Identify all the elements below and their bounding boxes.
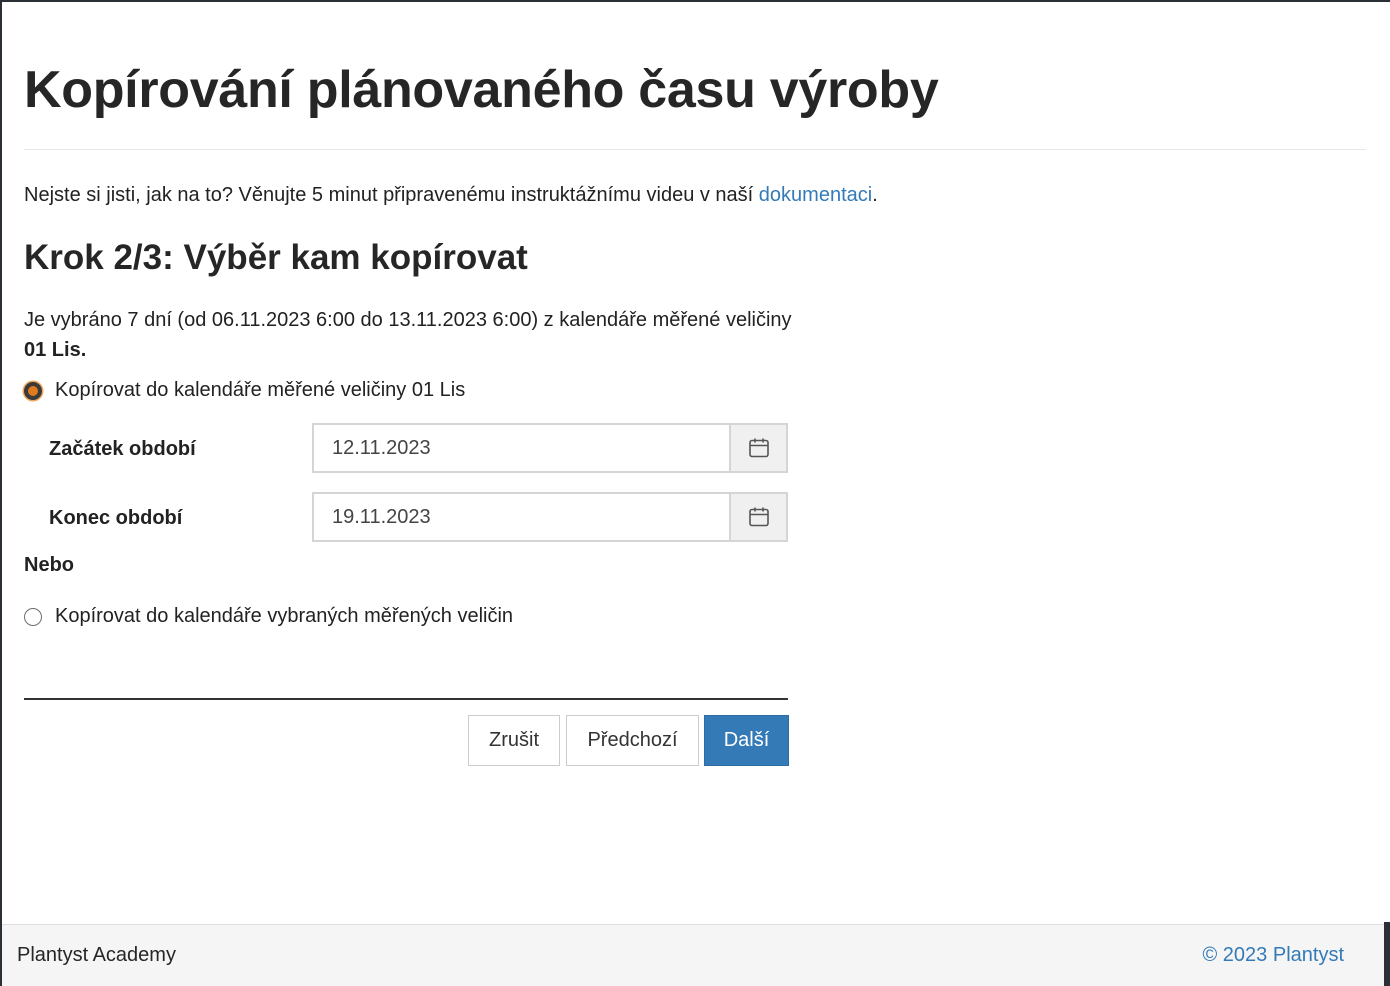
previous-button[interactable]: Předchozí — [566, 715, 699, 766]
end-period-input[interactable] — [312, 492, 729, 542]
help-text-body: Nejste si jisti, jak na to? Věnujte 5 mi… — [24, 184, 759, 206]
end-period-calendar-button[interactable] — [729, 492, 788, 542]
step-heading: Krok 2/3: Výběr kam kopírovat — [24, 238, 528, 277]
calendar-icon — [748, 507, 769, 527]
copy-single-label: Kopírovat do kalendáře měřené veličiny 0… — [55, 379, 466, 401]
help-text-suffix: . — [872, 184, 878, 206]
documentation-link[interactable]: dokumentaci — [759, 184, 872, 206]
copy-multiple-label: Kopírovat do kalendáře vybraných měřenýc… — [55, 605, 514, 627]
copy-multiple-radio[interactable] — [24, 607, 42, 626]
or-label: Nebo — [24, 554, 74, 576]
copy-single-radio[interactable] — [24, 381, 42, 400]
selection-info-text: Je vybráno 7 dní (od 06.11.2023 6:00 do … — [24, 309, 792, 331]
copy-multiple-option[interactable]: Kopírovat do kalendáře vybraných měřenýc… — [24, 605, 513, 628]
start-period-input[interactable] — [312, 423, 729, 473]
start-period-label: Začátek období — [49, 438, 196, 460]
end-period-picker — [312, 492, 788, 542]
end-period-label: Konec období — [49, 507, 183, 529]
page: Kopírování plánovaného času výroby Nejst… — [0, 0, 1390, 986]
selection-info: Je vybráno 7 dní (od 06.11.2023 6:00 do … — [24, 305, 794, 365]
start-period-picker — [312, 423, 788, 473]
form-divider — [24, 698, 788, 700]
calendar-icon — [748, 438, 769, 458]
footer-copyright-link[interactable]: © 2023 Plantyst — [1203, 944, 1344, 967]
copy-single-option[interactable]: Kopírovat do kalendáře měřené veličiny 0… — [24, 379, 465, 402]
page-title: Kopírování plánovaného času výroby — [24, 61, 939, 119]
selection-info-quantity: 01 Lis. — [24, 339, 87, 361]
next-button[interactable]: Další — [704, 715, 789, 766]
cancel-button[interactable]: Zrušit — [468, 715, 560, 766]
footer: Plantyst Academy © 2023 Plantyst — [2, 924, 1390, 986]
title-divider — [24, 149, 1366, 150]
footer-brand: Plantyst Academy — [17, 944, 176, 966]
window-corner — [1384, 922, 1390, 986]
help-text: Nejste si jisti, jak na to? Věnujte 5 mi… — [24, 184, 878, 207]
start-period-calendar-button[interactable] — [729, 423, 788, 473]
